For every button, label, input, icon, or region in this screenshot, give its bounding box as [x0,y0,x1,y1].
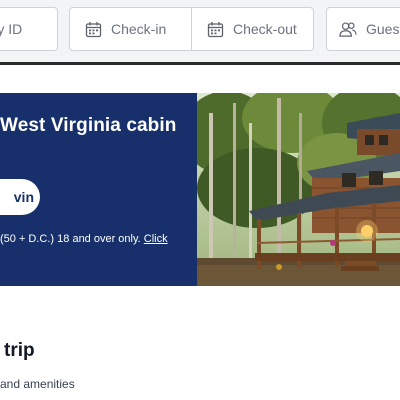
calendar-icon [206,20,224,38]
promo-note-link[interactable]: Click [144,233,168,245]
promo-panel: West Virginia cabin vin (50 + D.C.) 18 a… [0,93,197,286]
promo-note-text: (50 + D.C.) 18 and over only. [0,233,141,245]
promo-title: West Virginia cabin [0,115,177,136]
promo-note: (50 + D.C.) 18 and over only. Click [0,233,168,245]
search-bar: erty ID Check-in [0,0,400,65]
cabin-photo [197,93,400,286]
check-out-field[interactable]: Check-out [191,7,314,51]
section-subtitle: and amenities [0,377,75,391]
users-icon [339,20,357,38]
promo-cta-button[interactable]: vin [0,179,40,215]
property-id-field[interactable]: erty ID [0,7,58,51]
guests-label: Guests [366,21,400,37]
check-in-label: Check-in [111,21,167,37]
check-out-label: Check-out [233,21,297,37]
guests-field[interactable]: Guests [326,7,400,51]
property-id-label: erty ID [0,21,23,37]
check-in-field[interactable]: Check-in [69,7,192,51]
promo-banner: West Virginia cabin vin (50 + D.C.) 18 a… [0,93,400,286]
section-title: trip [4,340,35,361]
calendar-icon [84,20,102,38]
